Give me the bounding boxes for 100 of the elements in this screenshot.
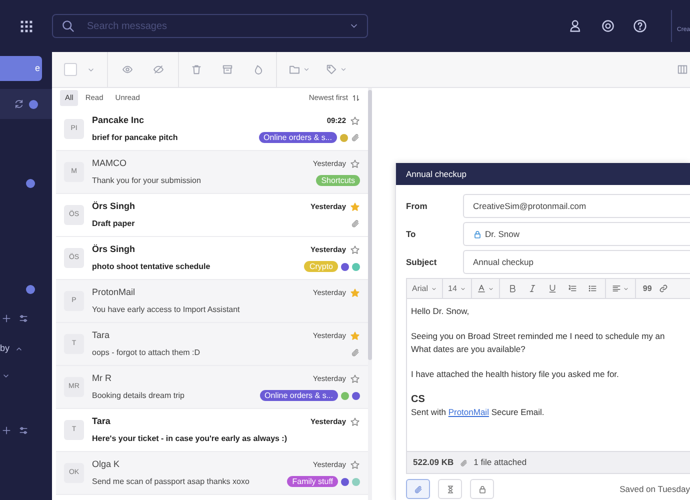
select-all-checkbox[interactable] <box>64 63 77 76</box>
tag-icon[interactable] <box>326 64 337 75</box>
count-badge <box>29 100 38 108</box>
mark-read-eye-icon[interactable] <box>122 64 133 75</box>
protonmail-link[interactable]: ProtonMail <box>448 406 489 416</box>
star-icon[interactable] <box>350 116 360 126</box>
align-icon[interactable] <box>612 284 621 293</box>
bold-icon[interactable] <box>508 284 517 293</box>
sidebar-section-label[interactable]: by <box>0 342 10 356</box>
bullet-list-icon[interactable] <box>588 284 597 293</box>
trash-icon[interactable] <box>191 64 202 75</box>
message-sender: MAMCO <box>92 157 126 170</box>
attach-button[interactable] <box>406 479 430 499</box>
text-color-icon[interactable] <box>476 284 486 293</box>
sort-icon <box>352 94 360 102</box>
message-sender: Örs Singh <box>92 200 136 214</box>
star-icon[interactable] <box>350 159 360 169</box>
archive-icon[interactable] <box>222 64 233 75</box>
field-label: To <box>406 228 417 240</box>
signature-text: Sent with ProtonMail Secure Email. <box>411 406 546 418</box>
star-icon[interactable] <box>350 417 360 427</box>
padlock-icon <box>478 484 486 494</box>
star-icon[interactable] <box>350 202 360 212</box>
mark-unread-eye-off-icon[interactable] <box>153 64 164 75</box>
message-subject: Thank you for your submission <box>92 174 201 187</box>
chevron-down-icon <box>431 286 438 292</box>
body-text: What dates are you available? <box>411 342 526 355</box>
compose-button[interactable]: e <box>0 56 42 81</box>
quote-button[interactable]: 99 <box>636 282 659 294</box>
saved-status: Saved on Tuesday <box>620 482 690 496</box>
composer-field[interactable]: CreativeSim@protonmail.com <box>463 194 690 218</box>
message-sender: Tara <box>92 329 110 342</box>
label-tag: Shortcuts <box>316 175 360 186</box>
composer-title: Annual checkup <box>406 168 466 180</box>
field-label: Subject <box>406 256 438 268</box>
label-tag: Crypto <box>304 261 338 272</box>
font-dropdown[interactable]: Arial <box>407 279 444 298</box>
refresh-icon[interactable] <box>14 99 24 109</box>
star-icon[interactable] <box>350 460 360 470</box>
paperclip-icon <box>351 133 360 142</box>
attachment-count[interactable]: 1 file attached <box>474 456 527 469</box>
signature-name: CS <box>411 392 426 406</box>
message-sender: Pancake Inc <box>92 114 144 128</box>
message-subject: Booking details dream trip <box>92 390 184 402</box>
chevron-down-icon <box>460 286 466 292</box>
message-sender: Mr R <box>92 372 112 386</box>
message-subject: photo shoot tentative schedule <box>92 260 210 273</box>
apps-grid-icon[interactable] <box>20 20 32 32</box>
count-badge <box>26 179 35 188</box>
font-size-dropdown[interactable]: 14 <box>443 279 472 298</box>
field-label: From <box>406 200 428 212</box>
message-subject: Draft paper <box>92 218 135 230</box>
help-icon[interactable] <box>632 19 647 33</box>
paperclip-icon <box>414 484 422 494</box>
padlock-icon <box>473 230 482 238</box>
message-subject: You have early access to Import Assistant <box>92 304 240 316</box>
message-sender: Örs Singh <box>92 243 136 256</box>
columns-layout-icon[interactable] <box>677 64 688 75</box>
italic-icon[interactable] <box>528 284 537 293</box>
star-icon[interactable] <box>350 374 360 384</box>
chevron-down-icon[interactable] <box>2 372 10 380</box>
sidebar-item-highlight[interactable] <box>0 89 52 119</box>
label-tag: Online orders & s... <box>260 390 338 402</box>
filter-sliders-icon[interactable] <box>19 426 28 435</box>
message-subject: Send me scan of passport asap thanks xoxo <box>92 476 250 488</box>
plus-icon[interactable] <box>2 426 11 435</box>
attachment-size: 522.09 KB <box>413 456 454 469</box>
body-text: Hello Dr. Snow, <box>411 305 470 318</box>
numbered-list-icon[interactable] <box>568 284 577 293</box>
scrollbar-thumb[interactable] <box>368 90 372 360</box>
star-icon[interactable] <box>350 245 360 255</box>
chevron-down-icon[interactable] <box>488 286 494 292</box>
star-icon[interactable] <box>350 288 360 298</box>
search-input[interactable]: Search messages <box>87 18 337 34</box>
message-sender: ProtonMail <box>92 286 136 300</box>
paperclip-icon <box>351 219 360 228</box>
message-subject: oops - forgot to attach them :D <box>92 346 200 359</box>
message-subject: Here's your ticket - in case you're early as always :) <box>92 432 288 445</box>
encryption-button[interactable] <box>470 479 494 499</box>
expiration-button[interactable] <box>438 479 462 499</box>
link-icon[interactable] <box>658 284 668 293</box>
composer-field[interactable]: Dr. Snow <box>463 222 690 246</box>
message-sender: Tara <box>92 415 110 428</box>
filter-sliders-icon[interactable] <box>19 314 28 323</box>
message-subject: brief for pancake pitch <box>92 132 178 144</box>
chevron-down-icon[interactable] <box>622 286 629 292</box>
underline-icon[interactable] <box>548 284 557 293</box>
plus-icon[interactable] <box>2 314 11 323</box>
paperclip-icon <box>460 458 468 466</box>
count-badge <box>26 285 35 294</box>
search-icon <box>61 19 75 33</box>
star-icon[interactable] <box>350 331 360 341</box>
label-tag: Family stuff <box>287 476 338 488</box>
label-tag: Online orders & s... <box>258 132 337 144</box>
search-field[interactable]: Search messages <box>52 14 368 38</box>
folder-icon[interactable] <box>289 64 300 75</box>
paperclip-icon <box>351 348 360 358</box>
body-text: Seeing you on Broad Street reminded me I need to schedule my an <box>411 330 666 342</box>
composer-field[interactable]: Annual checkup <box>463 250 690 274</box>
message-sender: Olga K <box>92 458 120 472</box>
